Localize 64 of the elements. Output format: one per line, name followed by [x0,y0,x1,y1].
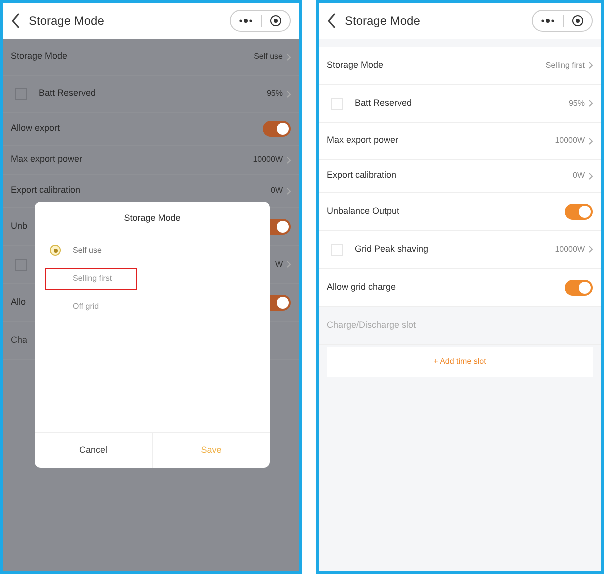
settings-row[interactable]: Batt Reserved 95% [319,85,601,123]
toggle-switch[interactable] [565,280,593,296]
chevron-icon [287,54,291,60]
back-icon[interactable] [11,13,21,29]
row-label: Cha [11,334,28,347]
settings-row[interactable]: Allow grid charge [319,269,601,307]
row-value: 95% [266,88,283,100]
row-label: Batt Reserved [39,87,96,100]
row-value: 95% [568,98,585,110]
settings-row[interactable]: Max export power 10000W [3,146,299,175]
row-label: Max export power [327,134,399,148]
chevron-icon [589,172,593,180]
dialog-title: Storage Mode [123,212,182,225]
row-label: Storage Mode [11,50,68,64]
row-value: W [275,258,283,270]
toggle-switch[interactable] [263,121,291,137]
settings-row[interactable]: Unbalance Output [319,193,601,231]
more-icon[interactable] [239,18,253,24]
chevron-icon [589,246,593,253]
radio-option[interactable]: Selling first [45,268,137,290]
settings-row[interactable]: Storage Mode Self use [3,39,299,76]
row-label: Max export power [11,153,83,166]
row-value: 10000W [555,135,585,147]
row-value: Selling first [546,60,585,72]
row-label: Unb [11,220,28,233]
row-value: Self use [254,51,283,63]
radio-option[interactable]: Off grid [45,296,137,318]
row-label: Export calibration [327,169,397,182]
radio-option[interactable]: Self use [45,240,137,262]
back-icon[interactable] [327,13,337,29]
row-label: Unbalance Output [327,204,400,218]
row-label: Grid Peak shaving [355,242,429,256]
chevron-icon [589,100,593,107]
more-icon[interactable] [541,18,555,24]
chevron-icon [287,188,291,194]
row-value: 10000W [555,244,585,256]
chevron-icon [287,261,291,268]
page-title: Storage Mode [345,13,420,30]
cancel-button[interactable]: Cancel [35,433,152,468]
row-label: Batt Reserved [355,96,412,110]
row-label: Export calibration [11,184,81,198]
close-icon[interactable] [572,15,584,27]
settings-row[interactable]: Allow export [3,113,299,146]
row-label: Charge/Discharge slot [327,318,416,332]
toggle-switch[interactable] [565,204,593,220]
chevron-icon [287,90,291,98]
chevron-icon [287,156,291,164]
add-time-slot-button[interactable]: + Add time slot [327,347,593,377]
row-value: 10000W [253,154,283,166]
settings-row[interactable]: Max export power 10000W [319,123,601,160]
chevron-icon [589,138,593,144]
row-label: Allow export [11,122,60,136]
row-label: Allo [11,296,26,309]
settings-row[interactable]: Grid Peak shaving 10000W [319,231,601,269]
settings-row[interactable]: Storage Mode Selling first [319,47,601,85]
settings-row[interactable]: Export calibration 0W [319,160,601,193]
chevron-icon [589,62,593,69]
row-value: 0W [271,185,283,197]
row-label: Allow grid charge [327,280,396,294]
page-title: Storage Mode [29,13,104,30]
row-value: 0W [573,170,585,182]
settings-row[interactable]: Batt Reserved 95% [3,76,299,113]
close-icon[interactable] [270,15,282,27]
row-label: Storage Mode [327,58,384,72]
